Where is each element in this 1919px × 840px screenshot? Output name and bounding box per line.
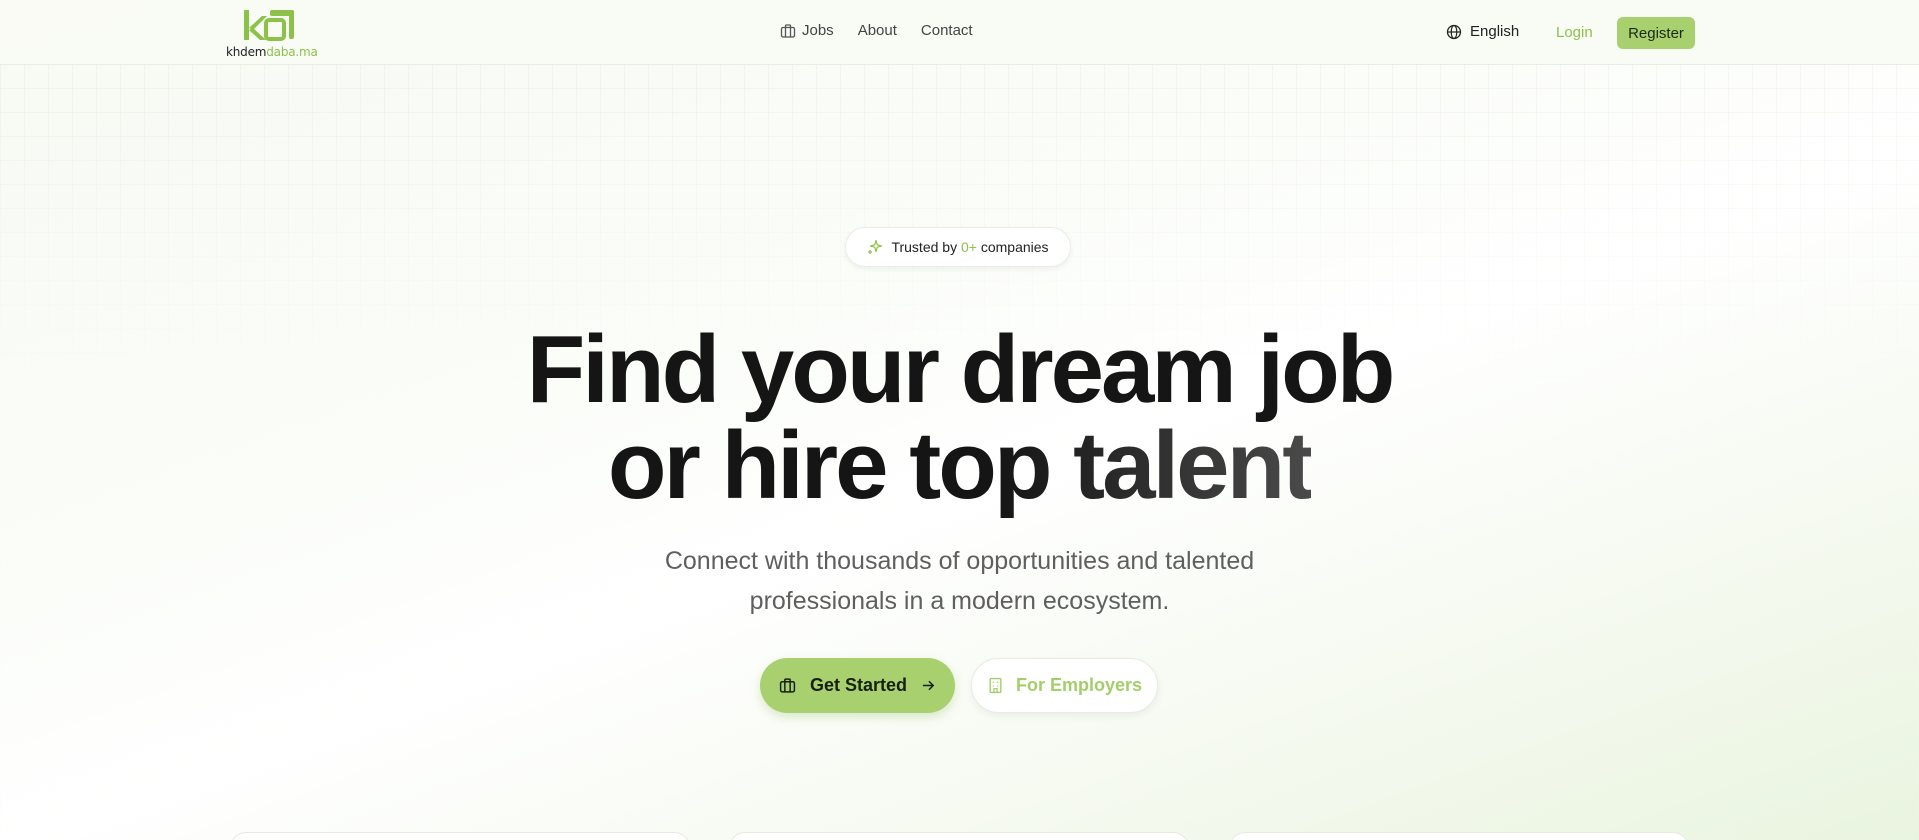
trusted-badge: Trusted by 0+ companies xyxy=(845,227,1071,267)
for-employers-button[interactable]: For Employers xyxy=(971,658,1158,713)
nav-item-contact[interactable]: Contact xyxy=(921,22,973,39)
subtitle-line-2: professionals in a modern ecosystem. xyxy=(749,587,1170,615)
sparkles-icon xyxy=(868,239,883,254)
hero-headline: Find your dream job or hire top talent xyxy=(0,322,1919,514)
login-link[interactable]: Login xyxy=(1556,24,1593,41)
get-started-label: Get Started xyxy=(809,675,908,695)
badge-suffix: companies xyxy=(980,239,1049,255)
get-started-button[interactable]: Get Started xyxy=(760,658,955,713)
site-header: khdemdaba.ma Jobs About Contact English … xyxy=(0,0,1919,65)
badge-count: 0+ xyxy=(960,239,977,255)
hero-subtitle: Connect with thousands of opportunities … xyxy=(0,541,1919,621)
nav-item-about[interactable]: About xyxy=(858,22,897,39)
building-icon xyxy=(989,677,1002,694)
nav-label-about: About xyxy=(857,22,897,39)
logo-wordmark: khdemdaba.ma xyxy=(226,45,318,59)
feature-card xyxy=(1229,832,1689,840)
arrow-right-icon xyxy=(922,680,935,691)
nav-item-jobs[interactable]: Jobs xyxy=(780,22,834,39)
badge-prefix: Trusted by xyxy=(891,239,958,255)
globe-icon xyxy=(1446,24,1462,39)
briefcase-icon xyxy=(780,23,796,38)
briefcase-icon xyxy=(779,678,796,693)
subtitle-line-1: Connect with thousands of opportunities … xyxy=(664,547,1255,575)
nav-label-contact: Contact xyxy=(920,22,973,39)
nav-label-jobs: Jobs xyxy=(802,22,834,39)
feature-card xyxy=(230,832,690,840)
language-label: English xyxy=(1470,23,1520,40)
headline-line-1: Find your dream job xyxy=(526,316,1396,423)
logo-mark-icon xyxy=(244,10,294,41)
logo-name-green: daba.ma xyxy=(266,45,318,59)
site-logo[interactable]: khdemdaba.ma xyxy=(226,8,318,59)
badge-text: Trusted by 0+ companies xyxy=(891,239,1048,255)
language-selector[interactable]: English xyxy=(1446,23,1519,40)
for-employers-label: For Employers xyxy=(1015,675,1143,695)
logo-name-dark: khdem xyxy=(226,45,267,59)
main-nav: Jobs About Contact xyxy=(780,22,973,39)
feature-card xyxy=(729,832,1189,840)
register-button[interactable]: Register xyxy=(1617,17,1695,49)
headline-line-2: or hire top talent xyxy=(607,412,1314,519)
